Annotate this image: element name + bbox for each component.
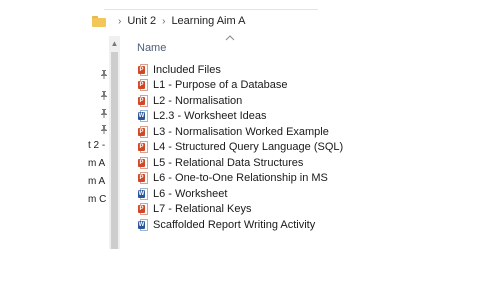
address-bar[interactable]: › Unit 2 › Learning Aim A	[92, 10, 318, 32]
file-row[interactable]: W L2.3 - Worksheet Ideas	[138, 109, 318, 125]
breadcrumb-unit-2[interactable]: Unit 2	[127, 15, 156, 27]
pin-icon	[100, 109, 107, 119]
file-name: L2 - Normalisation	[153, 94, 243, 107]
powerpoint-file-icon: P	[138, 79, 148, 92]
column-header-name[interactable]: Name	[132, 39, 318, 59]
file-name: L1 - Purpose of a Database	[153, 79, 288, 92]
file-name: L5 - Relational Data Structures	[153, 156, 304, 169]
file-row[interactable]: W Scaffolded Report Writing Activity	[138, 217, 318, 233]
word-file-icon: W	[138, 110, 148, 123]
file-row[interactable]: P Included Files	[138, 62, 318, 78]
file-name: Scaffolded Report Writing Activity	[153, 218, 316, 231]
file-row[interactable]: P L5 - Relational Data Structures	[138, 155, 318, 171]
quick-access-item[interactable]: m A	[88, 174, 107, 190]
word-file-icon: W	[138, 218, 148, 231]
scroll-up-icon[interactable]: ▲	[110, 39, 119, 48]
file-row[interactable]: P L6 - One-to-One Relationship in MS	[138, 171, 328, 187]
file-name: L4 - Structured Query Language (SQL)	[153, 141, 344, 154]
chevron-right-icon: ›	[162, 15, 166, 27]
pin-icon	[100, 125, 107, 135]
file-name: L7 - Relational Keys	[153, 203, 252, 216]
powerpoint-file-icon: P	[138, 125, 148, 138]
quick-access-item[interactable]: m A	[88, 156, 107, 172]
file-name: L6 - One-to-One Relationship in MS	[153, 172, 328, 185]
powerpoint-file-icon: P	[138, 94, 148, 107]
word-file-icon: W	[138, 187, 148, 200]
file-list: P Included Files P L1 - Purpose of a Databa…	[138, 62, 343, 233]
file-row[interactable]: P L1 - Purpose of a Database	[138, 78, 318, 94]
powerpoint-file-icon: P	[138, 156, 148, 169]
file-name: L3 - Normalisation Worked Example	[153, 125, 329, 138]
file-name: Included Files	[153, 63, 221, 76]
navigation-pane: t 2 - ’ m A m A m C	[88, 36, 107, 249]
file-row[interactable]: P L3 - Normalisation Worked Example	[138, 124, 329, 140]
powerpoint-file-icon: P	[138, 141, 148, 154]
file-row[interactable]: P L7 - Relational Keys	[138, 202, 318, 218]
powerpoint-file-icon: P	[138, 63, 148, 76]
file-name: L6 - Worksheet	[153, 187, 228, 200]
breadcrumb-learning-aim-a[interactable]: Learning Aim A	[171, 15, 245, 27]
quick-access-item[interactable]: t 2 - ’	[88, 138, 107, 154]
file-row[interactable]: P L2 - Normalisation	[138, 93, 318, 109]
powerpoint-file-icon: P	[138, 203, 148, 216]
pin-icon	[100, 70, 107, 80]
powerpoint-file-icon: P	[138, 172, 148, 185]
file-row[interactable]: P L4 - Structured Query Language (SQL)	[138, 140, 343, 156]
quick-access-item[interactable]: m C	[88, 192, 107, 208]
chevron-right-icon: ›	[118, 15, 122, 27]
folder-icon	[92, 15, 106, 27]
scrollbar-thumb[interactable]	[111, 52, 118, 249]
column-header-label: Name	[137, 42, 167, 54]
nav-pane-scrollbar[interactable]: ▲	[109, 36, 120, 249]
file-explorer-window: › Unit 2 › Learning Aim A t 2 - ’ m A m …	[0, 0, 343, 249]
file-name: L2.3 - Worksheet Ideas	[153, 110, 267, 123]
file-row[interactable]: W L6 - Worksheet	[138, 186, 318, 202]
pin-icon	[100, 91, 107, 101]
